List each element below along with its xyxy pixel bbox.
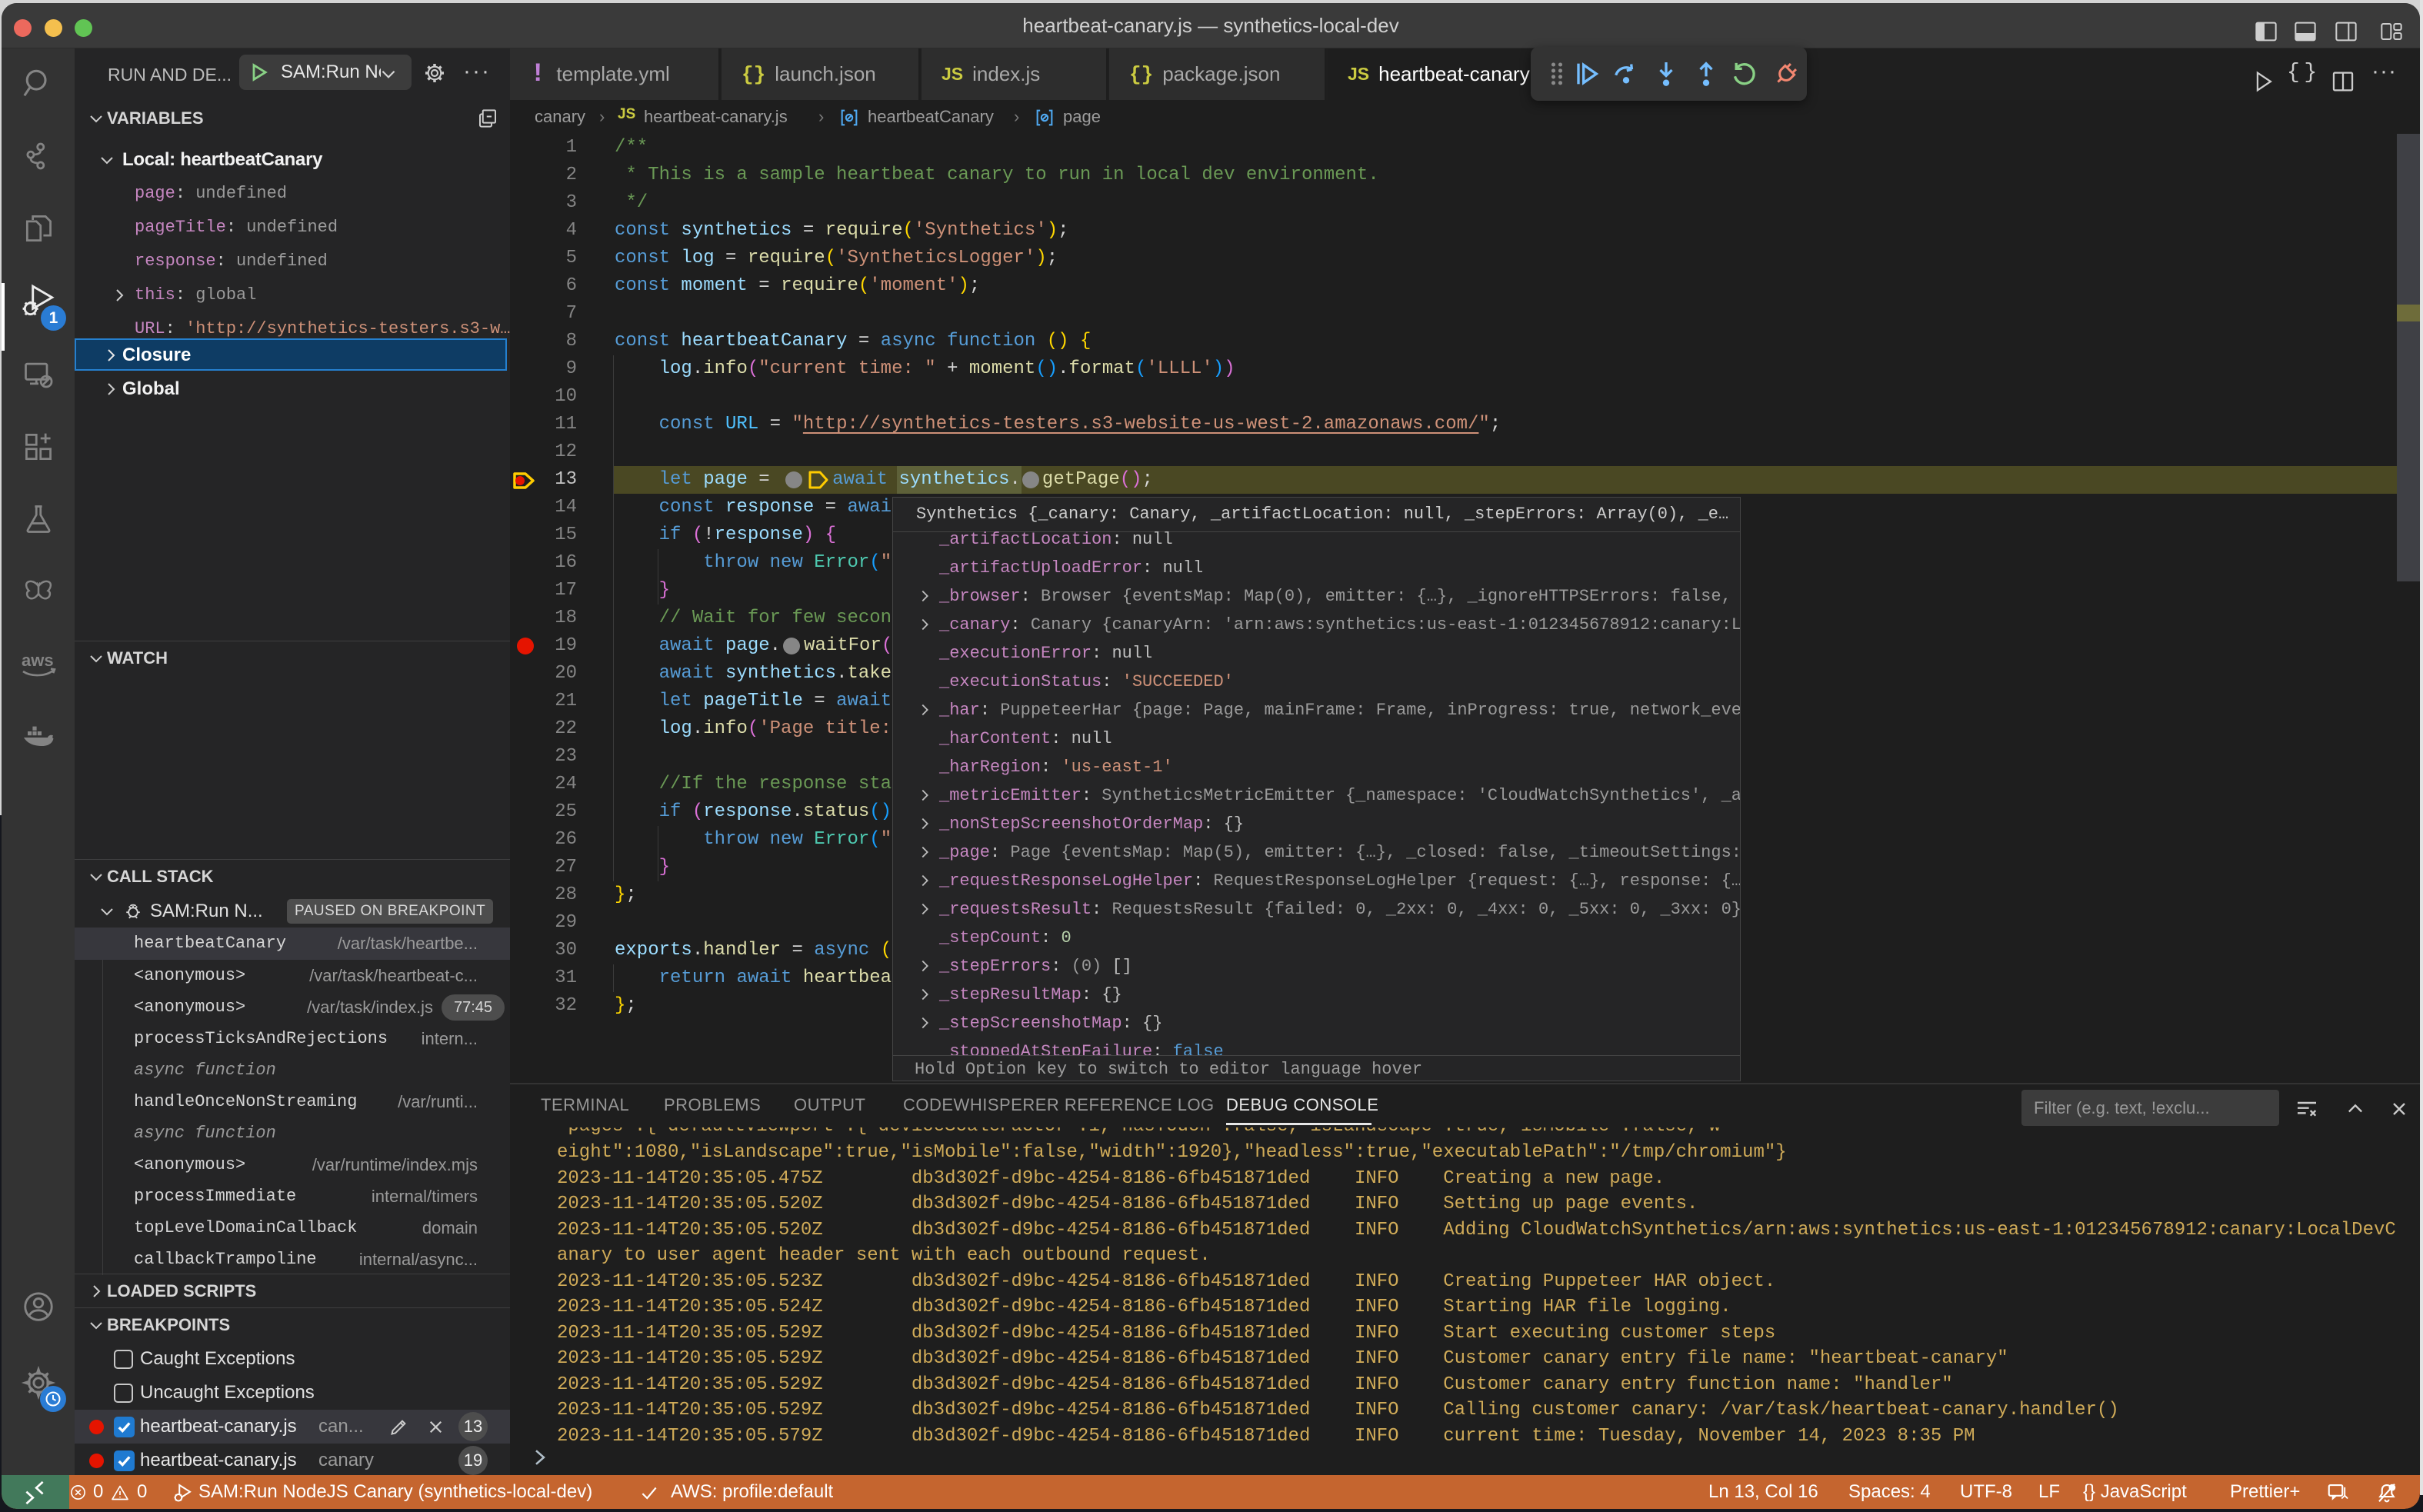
svg-text:aws: aws (22, 651, 54, 670)
